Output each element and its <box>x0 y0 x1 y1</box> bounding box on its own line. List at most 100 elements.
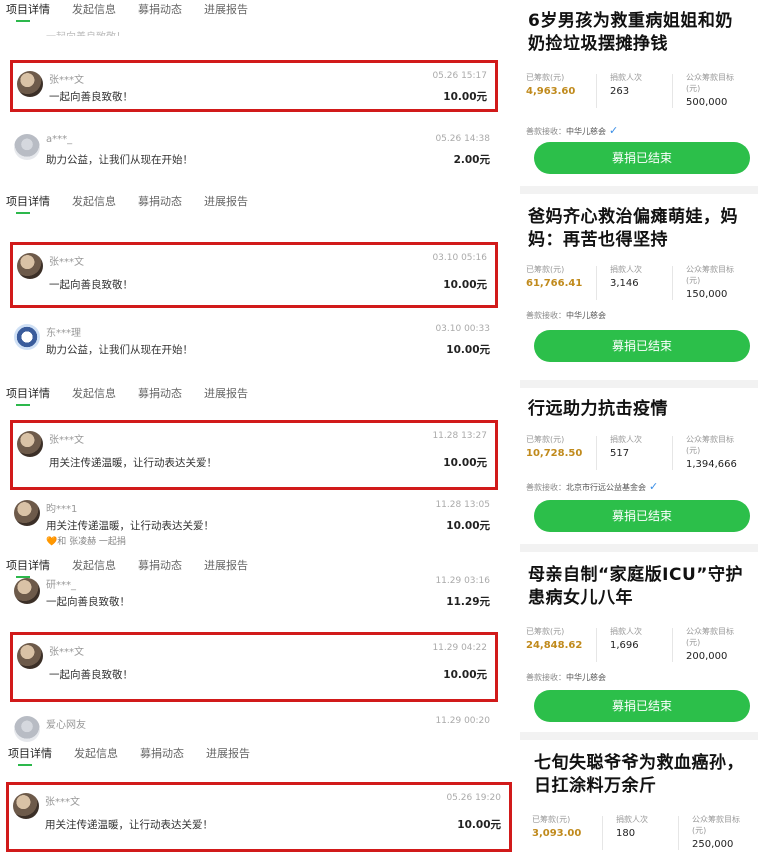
project-stats: 已筹款(元) 61,766.41 捐款人次 3,146 公众筹款目标(元) 150,0… <box>526 264 736 310</box>
tab-bar: 项目详情 发起信息 募捐动态 进展报告 <box>0 0 248 22</box>
donor-name: 昀***1 <box>46 504 78 515</box>
tab-initiator-info[interactable]: 发起信息 <box>72 384 116 406</box>
tab-donation-updates[interactable]: 募捐动态 <box>138 192 182 214</box>
tab-initiator-info[interactable]: 发起信息 <box>74 744 118 766</box>
project-title: 行远助力抗击疫情 <box>528 399 668 419</box>
donation-amount: 10.00元 <box>443 91 487 103</box>
tab-progress-report[interactable]: 进展报告 <box>204 0 248 22</box>
avatar <box>14 134 40 160</box>
card-separator <box>520 732 758 740</box>
tab-project-details[interactable]: 项目详情 <box>6 384 50 406</box>
donation-entry: 爱心网友 11.29 00:20 <box>10 708 498 742</box>
donation-section-4: 项目详情 发起信息 募捐动态 进展报告 研***_ 11.29 03:16 一起… <box>0 556 520 742</box>
donors-label: 捐款人次 <box>616 815 648 824</box>
raised-label: 已筹款(元) <box>526 435 565 444</box>
tab-donation-updates[interactable]: 募捐动态 <box>140 744 184 766</box>
tab-progress-report[interactable]: 进展报告 <box>204 192 248 214</box>
tab-donation-updates[interactable]: 募捐动态 <box>138 384 182 406</box>
tab-bar: 项目详情 发起信息 募捐动态 进展报告 <box>0 384 248 406</box>
raised-label: 已筹款(元) <box>526 627 565 636</box>
org-name: 中华儿慈会 <box>566 673 606 682</box>
donation-ended-button[interactable]: 募捐已结束 <box>534 142 750 174</box>
tab-donation-updates[interactable]: 募捐动态 <box>138 0 182 22</box>
donor-name: 张***文 <box>45 797 80 808</box>
org-label: 善款接收： <box>526 311 566 320</box>
tab-progress-report[interactable]: 进展报告 <box>206 744 250 766</box>
org-label: 善款接收： <box>526 127 566 136</box>
target-amount: 200,000 <box>686 651 728 662</box>
target-label: 公众筹款目标(元) <box>692 815 740 835</box>
donation-amount: 10.00元 <box>446 520 490 532</box>
donation-message: 一起向善良致敬！ <box>46 596 130 608</box>
highlighted-donation-entry: 张***文 11.29 04:22 一起向善良致敬！ 10.00元 <box>10 632 498 702</box>
donation-message: 用关注传递温暖，让行动表达关爱！ <box>45 819 213 831</box>
donor-name: 张***文 <box>49 75 84 86</box>
donation-message: 用关注传递温暖，让行动表达关爱！ <box>46 520 214 532</box>
tab-project-details[interactable]: 项目详情 <box>6 192 50 214</box>
avatar <box>14 578 40 604</box>
raised-label: 已筹款(元) <box>532 815 571 824</box>
project-card[interactable]: 6岁男孩为救重病姐姐和奶奶捡垃圾摆摊挣钱 已筹款(元) 4,963.60 捐款人次… <box>520 0 758 186</box>
donors-label: 捐款人次 <box>610 627 642 636</box>
highlighted-donation-entry: 张***文 03.10 05:16 一起向善良致敬！ 10.00元 <box>10 242 498 308</box>
donation-amount: 10.00元 <box>443 669 487 681</box>
project-stats: 已筹款(元) 24,848.62 捐款人次 1,696 公众筹款目标(元) 200,0… <box>526 626 736 672</box>
org-label: 善款接收： <box>526 673 566 682</box>
project-card[interactable]: 七旬失聪爷爷为救血癌孙，日扛涂料万余斤 已筹款(元) 3,093.00 捐款人次 1… <box>520 740 758 859</box>
project-title: 母亲自制“家庭版ICU”守护患病女儿八年 <box>528 565 743 608</box>
donation-records-column: 项目详情 发起信息 募捐动态 进展报告 一起向善良致敬！ 张***文 05.26… <box>0 0 520 859</box>
donation-ended-button[interactable]: 募捐已结束 <box>534 500 750 532</box>
donation-amount: 10.00元 <box>443 279 487 291</box>
donation-time: 11.29 00:20 <box>435 716 490 726</box>
raised-amount: 10,728.50 <box>526 448 583 459</box>
raised-label: 已筹款(元) <box>526 265 565 274</box>
recipient-org: 善款接收：中华儿慈会 ✓ <box>526 124 618 137</box>
donation-section-2: 项目详情 发起信息 募捐动态 进展报告 张***文 03.10 05:16 一起… <box>0 192 520 378</box>
donor-name: 张***文 <box>49 257 84 268</box>
avatar <box>17 643 43 669</box>
raised-label: 已筹款(元) <box>526 73 565 82</box>
donor-name: 张***文 <box>49 435 84 446</box>
card-separator <box>520 380 758 388</box>
target-label: 公众筹款目标(元) <box>686 627 734 647</box>
donors-label: 捐款人次 <box>610 265 642 274</box>
avatar <box>14 324 40 350</box>
donation-amount: 10.00元 <box>457 819 501 831</box>
target-label: 公众筹款目标(元) <box>686 265 734 285</box>
raised-amount: 24,848.62 <box>526 640 583 651</box>
donation-amount: 2.00元 <box>453 154 490 166</box>
tab-bar: 项目详情 发起信息 募捐动态 进展报告 <box>0 744 250 766</box>
donor-count: 517 <box>610 448 630 459</box>
target-amount: 1,394,666 <box>686 459 737 470</box>
donation-section-5: 项目详情 发起信息 募捐动态 进展报告 张***文 05.26 19:20 用关… <box>0 744 520 859</box>
target-amount: 500,000 <box>686 97 728 108</box>
donation-ended-button[interactable]: 募捐已结束 <box>534 690 750 722</box>
project-card[interactable]: 行远助力抗击疫情 已筹款(元) 10,728.50 捐款人次 517 公众筹款目标(… <box>520 388 758 544</box>
tab-project-details[interactable]: 项目详情 <box>8 744 52 766</box>
donation-ended-button[interactable]: 募捐已结束 <box>534 330 750 362</box>
tab-progress-report[interactable]: 进展报告 <box>204 384 248 406</box>
donation-message: 一起向善良致敬！ <box>49 669 133 681</box>
donation-time: 11.28 13:05 <box>435 500 490 510</box>
donation-time: 05.26 19:20 <box>446 793 501 803</box>
donor-count: 3,146 <box>610 278 639 289</box>
avatar <box>14 500 40 526</box>
target-amount: 250,000 <box>692 839 734 850</box>
donation-section-3: 项目详情 发起信息 募捐动态 进展报告 张***文 11.28 13:27 用关… <box>0 384 520 552</box>
donation-message: 助力公益，让我们从现在开始！ <box>46 154 193 166</box>
tab-initiator-info[interactable]: 发起信息 <box>72 0 116 22</box>
tab-project-details[interactable]: 项目详情 <box>6 0 50 22</box>
donation-time: 03.10 00:33 <box>435 324 490 334</box>
donation-time: 05.26 14:38 <box>435 134 490 144</box>
project-card[interactable]: 爸妈齐心救治偏瘫萌娃，妈妈：再苦也得坚持 已筹款(元) 61,766.41 捐款人… <box>520 194 758 372</box>
project-card[interactable]: 母亲自制“家庭版ICU”守护患病女儿八年 已筹款(元) 24,848.62 捐款人… <box>520 552 758 732</box>
check-icon: ✓ <box>609 124 619 137</box>
project-title: 七旬失聪爷爷为救血癌孙，日扛涂料万余斤 <box>534 753 744 796</box>
recipient-org: 善款接收：北京市行远公益基金会 ✓ <box>526 480 658 493</box>
target-amount: 150,000 <box>686 289 728 300</box>
avatar <box>17 431 43 457</box>
tab-initiator-info[interactable]: 发起信息 <box>72 192 116 214</box>
project-cards-column: 6岁男孩为救重病姐姐和奶奶捡垃圾摆摊挣钱 已筹款(元) 4,963.60 捐款人次… <box>520 0 758 859</box>
highlighted-donation-entry: 张***文 05.26 19:20 用关注传递温暖，让行动表达关爱！ 10.00… <box>6 782 512 852</box>
donation-time: 11.29 04:22 <box>432 643 487 653</box>
